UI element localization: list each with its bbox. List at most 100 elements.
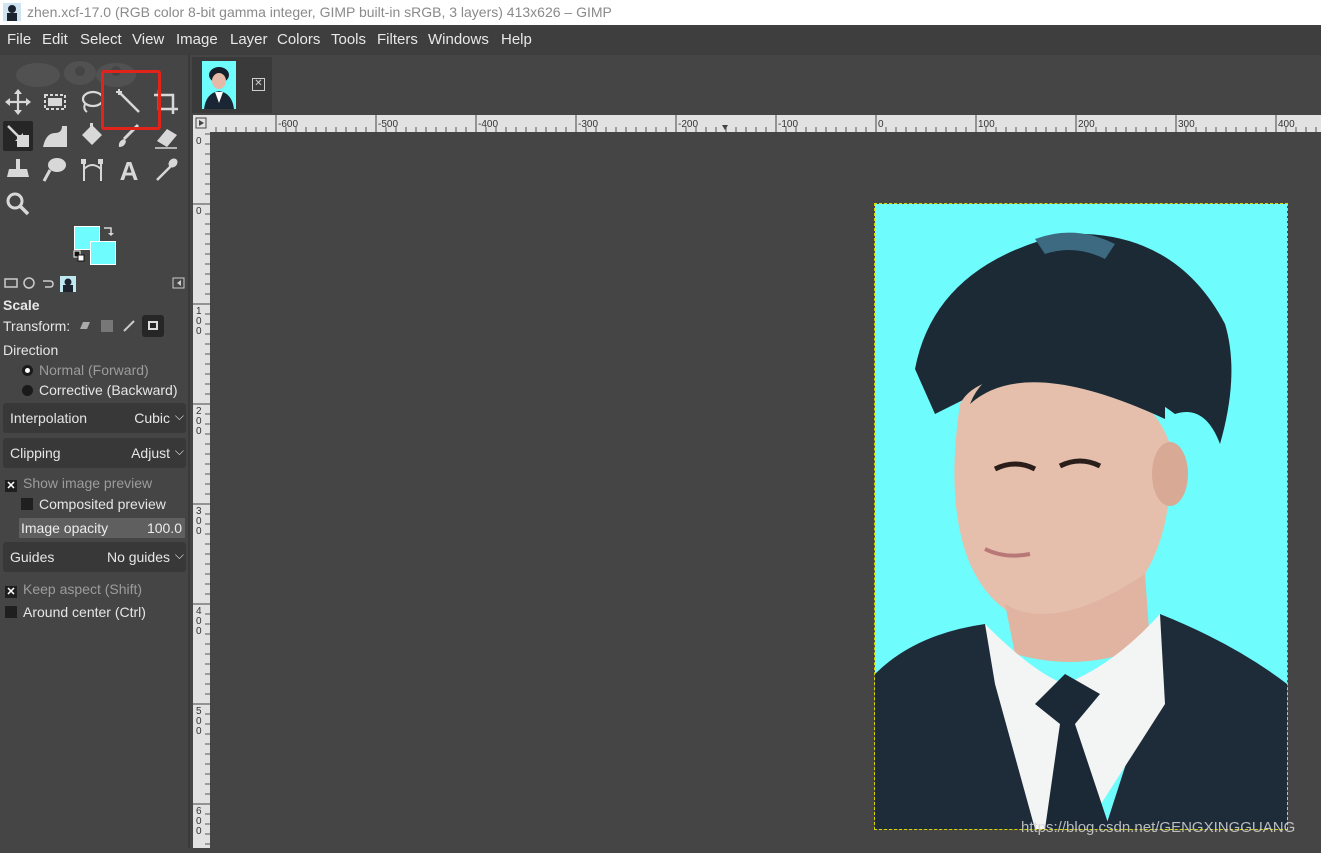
pointer-marker — [722, 125, 728, 130]
horizontal-ruler-ticks: -600 -500 -400 -300 -200 -100 0 100 200 300 400 — [215, 115, 1317, 132]
ruler-label: 0 — [196, 206, 202, 217]
color-picker-tool-icon[interactable] — [151, 155, 181, 185]
around-center-checkbox[interactable]: Around center (Ctrl) — [5, 604, 146, 620]
direction-corrective-radio[interactable]: Corrective (Backward) — [22, 382, 177, 398]
menu-colors[interactable]: Colors — [277, 31, 320, 48]
ruler-label: 0 — [196, 526, 202, 537]
menu-tools[interactable]: Tools — [331, 31, 366, 48]
ruler-label: -100 — [778, 119, 798, 130]
composited-preview-label: Composited preview — [39, 496, 166, 512]
panel-menu-icon[interactable] — [172, 276, 186, 290]
ruler-label: 0 — [196, 136, 202, 147]
ruler-label: -600 — [278, 119, 298, 130]
ruler-label: -200 — [678, 119, 698, 130]
checkbox-empty — [5, 606, 17, 618]
menu-image[interactable]: Image — [176, 31, 218, 48]
transform-path-icon[interactable] — [122, 319, 136, 333]
swap-colors-icon[interactable] — [102, 225, 114, 237]
clipping-combo[interactable]: Clipping Adjust ⌵ — [3, 438, 186, 468]
ruler-label: -500 — [378, 119, 398, 130]
undo-history-tab-icon[interactable] — [40, 276, 54, 290]
portrait-image — [875, 204, 1287, 829]
move-tool-icon[interactable] — [3, 87, 33, 117]
checkbox-empty — [21, 498, 33, 510]
ruler-label: 100 — [978, 119, 995, 130]
image-tab[interactable]: ✕ — [192, 57, 272, 113]
menu-select[interactable]: Select — [80, 31, 122, 48]
scale-tool-icon[interactable] — [3, 121, 33, 151]
ruler-label: -400 — [478, 119, 498, 130]
direction-normal-label: Normal (Forward) — [39, 362, 149, 378]
keep-aspect-checkbox[interactable]: ✕ Keep aspect (Shift) — [5, 581, 142, 598]
image-opacity-spinscale[interactable]: Image opacity 100.0 — [19, 518, 185, 538]
ruler-label: 400 — [1278, 119, 1295, 130]
ruler-corner[interactable] — [193, 115, 210, 132]
interpolation-combo[interactable]: Interpolation Cubic ⌵ — [3, 403, 186, 433]
ruler-label: 0 — [196, 426, 202, 437]
window-title: zhen.xcf-17.0 (RGB color 8-bit gamma int… — [27, 4, 612, 20]
transform-image-button[interactable] — [142, 315, 164, 337]
show-image-preview-checkbox[interactable]: ✕ Show image preview — [5, 475, 152, 492]
zoom-tool-icon[interactable] — [3, 189, 33, 219]
fuzzy-select-highlight — [101, 70, 161, 130]
menu-edit[interactable]: Edit — [42, 31, 68, 48]
menu-bar: File Edit Select View Image Layer Colors… — [0, 25, 1321, 55]
transform-label: Transform: — [3, 318, 71, 334]
ruler-label: 0 — [196, 826, 202, 837]
ruler-label: 0 — [878, 119, 884, 130]
menu-file[interactable]: File — [7, 31, 31, 48]
guides-label: Guides — [10, 549, 55, 565]
horizontal-ruler[interactable]: -600 -500 -400 -300 -200 -100 0 100 200 300 400 — [210, 115, 1321, 132]
image-layer[interactable] — [874, 203, 1288, 830]
menu-view[interactable]: View — [132, 31, 164, 48]
text-tool-icon[interactable]: A — [114, 155, 144, 186]
image-opacity-label: Image opacity — [21, 520, 109, 536]
background-color-swatch[interactable] — [90, 241, 116, 265]
show-image-preview-label: Show image preview — [23, 475, 153, 491]
watermark-text: https://blog.csdn.net/GENGXINGGUANG — [1021, 819, 1296, 836]
title-bar: zhen.xcf-17.0 (RGB color 8-bit gamma int… — [0, 0, 1321, 25]
dock-tabs — [0, 275, 188, 293]
around-center-label: Around center (Ctrl) — [23, 604, 146, 620]
vertical-ruler-ticks: 01002003004005006000 — [193, 133, 210, 845]
gimp-app-icon — [3, 3, 21, 21]
clipping-value: Adjust — [131, 445, 170, 461]
navigate-icon — [195, 117, 207, 129]
radio-dot — [22, 365, 33, 376]
rect-select-tool-icon[interactable] — [40, 87, 70, 117]
close-tab-icon[interactable]: ✕ — [252, 78, 265, 91]
default-colors-icon[interactable] — [73, 250, 85, 262]
vertical-ruler[interactable]: 01002003004005006000 — [193, 132, 210, 848]
interpolation-label: Interpolation — [10, 410, 88, 426]
tool-options-panel: Scale Transform: Direction Normal (Forwa… — [0, 275, 188, 848]
smudge-tool-icon[interactable] — [40, 155, 70, 185]
transform-selection-icon[interactable] — [100, 319, 114, 333]
composited-preview-checkbox[interactable]: Composited preview — [21, 496, 166, 512]
menu-windows[interactable]: Windows — [428, 31, 489, 48]
paths-tool-icon[interactable] — [77, 155, 107, 185]
radio-dot — [22, 385, 33, 396]
interpolation-value: Cubic — [134, 410, 170, 426]
image-opacity-value: 100.0 — [146, 520, 182, 536]
image-canvas[interactable] — [210, 132, 1321, 848]
clone-tool-icon[interactable] — [3, 155, 33, 185]
transform-layer-icon[interactable] — [78, 319, 92, 333]
panel-divider[interactable] — [188, 55, 190, 848]
toolbox: A — [0, 55, 190, 275]
chevron-down-icon: ⌵ — [174, 444, 184, 458]
guides-combo[interactable]: Guides No guides ⌵ — [3, 542, 186, 572]
tool-options-tab-icon[interactable] — [4, 276, 18, 290]
ruler-label: -300 — [578, 119, 598, 130]
menu-help[interactable]: Help — [501, 31, 532, 48]
menu-filters[interactable]: Filters — [377, 31, 418, 48]
clipping-label: Clipping — [10, 445, 61, 461]
checkmark-icon: ✕ — [5, 480, 17, 492]
images-tab-icon[interactable] — [60, 276, 76, 292]
direction-normal-radio[interactable]: Normal (Forward) — [22, 362, 149, 378]
warp-tool-icon[interactable] — [40, 121, 70, 151]
ruler-label: 0 — [196, 326, 202, 337]
menu-layer[interactable]: Layer — [230, 31, 268, 48]
tool-options-title: Scale — [3, 297, 40, 313]
guides-value: No guides — [106, 549, 170, 565]
device-status-tab-icon[interactable] — [22, 276, 36, 290]
